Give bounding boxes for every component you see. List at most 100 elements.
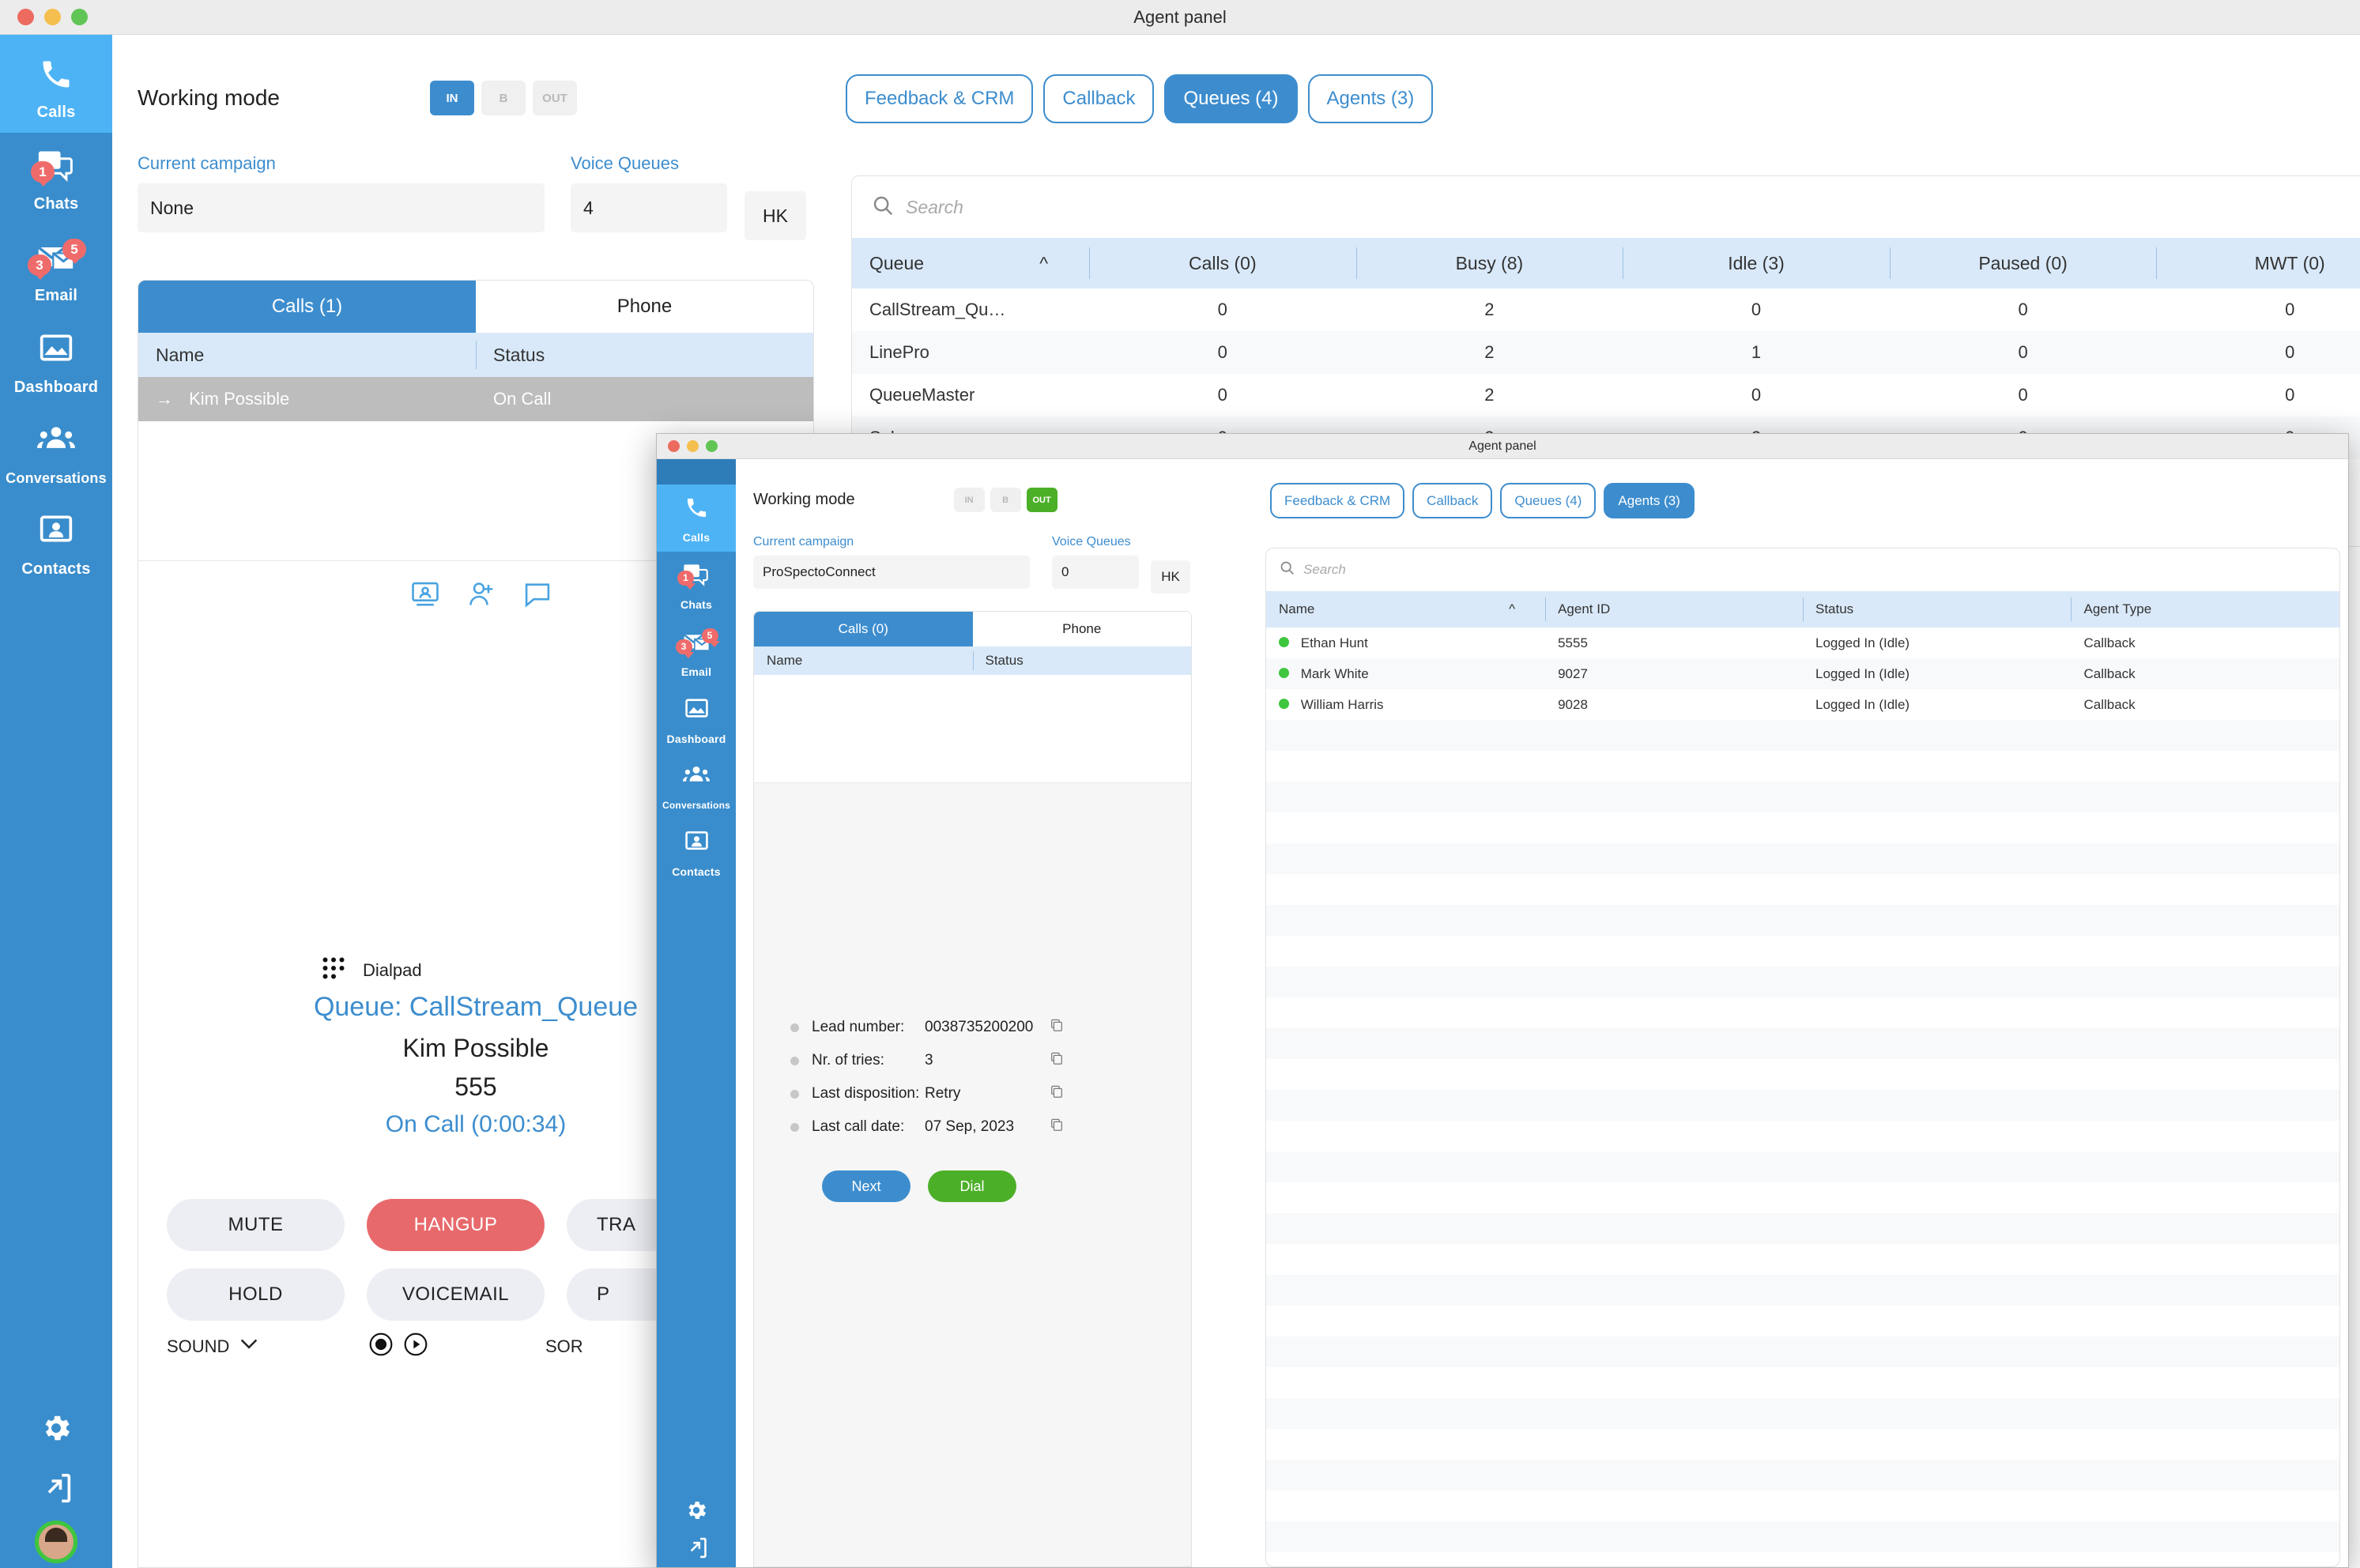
tab-feedback-crm[interactable]: Feedback & CRM (846, 74, 1034, 123)
call-list-tabs[interactable]: Calls (1) Phone (138, 281, 813, 333)
mode-button-in[interactable]: IN (430, 81, 475, 115)
recording-controls[interactable] (368, 1332, 428, 1361)
sidebar-item-contacts[interactable]: Contacts (0, 498, 112, 590)
queues-search-input[interactable] (906, 196, 2360, 218)
col-agent-type[interactable]: Agent Type (2071, 591, 2339, 628)
sidebar-item-chats[interactable]: 1 Chats (0, 133, 112, 224)
mode-toggle-group[interactable]: IN B OUT (430, 81, 578, 115)
col-calls[interactable]: Calls (0) (1089, 238, 1356, 288)
col-queue[interactable]: Queue ^ (852, 238, 1089, 288)
table-row[interactable]: William Harris 9028 Logged In (Idle) Cal… (1266, 689, 2339, 720)
tab-agents[interactable]: Agents (3) (1604, 483, 1695, 518)
copy-icon[interactable] (1050, 1118, 1064, 1136)
tab-queues[interactable]: Queues (4) (1164, 74, 1298, 123)
logout-icon[interactable] (657, 1532, 736, 1564)
table-row[interactable]: QueueMaster 0 2 0 0 0 (852, 374, 2360, 416)
tab-calls[interactable]: Calls (0) (754, 612, 973, 646)
avatar[interactable] (0, 1521, 112, 1563)
gear-icon[interactable] (657, 1492, 736, 1532)
tab-phone[interactable]: Phone (972, 612, 1191, 646)
mode-button-b[interactable]: B (481, 81, 526, 115)
hold-button[interactable]: HOLD (167, 1268, 345, 1321)
play-icon[interactable] (403, 1332, 428, 1361)
window-title: Agent panel (1133, 6, 1227, 27)
cell-queue: LinePro (869, 342, 929, 362)
tab-phone[interactable]: Phone (476, 281, 813, 333)
gear-icon[interactable] (0, 1400, 112, 1460)
logout-icon[interactable] (0, 1460, 112, 1521)
record-icon[interactable] (368, 1332, 394, 1361)
mode-toggle-group[interactable]: IN B OUT (953, 488, 1057, 512)
tab-queues[interactable]: Queues (4) (1500, 483, 1597, 518)
col-mwt[interactable]: MWT (0) (2156, 238, 2360, 288)
call-list-tabs[interactable]: Calls (0) Phone (754, 612, 1191, 646)
main-tabs[interactable]: Feedback & CRM Callback Queues (4) Agent… (846, 74, 1434, 123)
col-busy[interactable]: Busy (8) (1355, 238, 1623, 288)
col-name[interactable]: Name ^ (1266, 591, 1546, 628)
dial-button[interactable]: Dial (928, 1170, 1016, 1202)
copy-icon[interactable] (1050, 1051, 1064, 1070)
tab-callback[interactable]: Callback (1043, 74, 1155, 123)
sound-dropdown[interactable]: SOUND (167, 1336, 345, 1357)
agents-search-input[interactable] (1303, 562, 2327, 578)
phone-icon (39, 57, 74, 95)
next-button[interactable]: Next (822, 1170, 910, 1202)
copy-icon[interactable] (1050, 1018, 1064, 1037)
sidebar-item-email[interactable]: 3 5 Email (657, 619, 736, 686)
sidebar-item-chats[interactable]: 1 Chats (657, 552, 736, 619)
sidebar-item-dashboard[interactable]: Dashboard (0, 316, 112, 408)
mode-button-out[interactable]: OUT (533, 81, 578, 115)
table-row[interactable]: → Kim Possible On Call (138, 377, 813, 421)
add-user-icon[interactable] (467, 581, 496, 612)
sidebar-badge: 3 (675, 639, 694, 658)
sidebar-item-conversations[interactable]: Conversations (0, 408, 112, 498)
sidebar-item-email[interactable]: 3 5 Email (0, 224, 112, 316)
hangup-button[interactable]: HANGUP (367, 1199, 545, 1251)
lead-info-item: Lead number: 0038735200200 (790, 1011, 1122, 1044)
queues-search-bar[interactable] (852, 176, 2360, 238)
tab-calls[interactable]: Calls (1) (138, 281, 476, 333)
table-row-empty (1266, 1398, 2339, 1429)
voicemail-button[interactable]: VOICEMAIL (367, 1268, 545, 1321)
sidebar-item-calls[interactable]: Calls (0, 35, 112, 133)
foreground-window-titlebar[interactable]: Agent panel (657, 434, 2348, 459)
voice-queues-value[interactable]: 0 (1052, 556, 1139, 589)
sidebar-item-dashboard[interactable]: Dashboard (657, 686, 736, 753)
main-tabs[interactable]: Feedback & CRM Callback Queues (4) Agent… (1270, 483, 1695, 518)
mute-button[interactable]: MUTE (167, 1199, 345, 1251)
dialpad-row[interactable]: Dialpad (322, 956, 422, 984)
table-row[interactable]: CallStream_Qu… 0 2 0 0 0 (852, 288, 2360, 331)
tab-agents[interactable]: Agents (3) (1307, 74, 1434, 123)
campaign-value[interactable]: None (138, 183, 545, 232)
screen-share-icon[interactable] (410, 581, 440, 612)
agents-table-header-row: Name ^ Agent ID Status Agent Type (1266, 591, 2339, 628)
phone-icon (684, 496, 709, 522)
sort-label[interactable]: SOR (545, 1336, 583, 1357)
tab-feedback-crm[interactable]: Feedback & CRM (1270, 483, 1405, 518)
locale-value[interactable]: HK (1151, 560, 1190, 594)
mode-button-b[interactable]: B (990, 488, 1021, 512)
campaign-value[interactable]: ProSpectoConnect (753, 556, 1030, 589)
sidebar-item-conversations[interactable]: Conversations (657, 753, 736, 819)
foreground-content: Working mode IN B OUT Feedback & CRM Cal… (736, 459, 2348, 1567)
mode-button-out[interactable]: OUT (1026, 488, 1057, 512)
sidebar-item-contacts[interactable]: Contacts (657, 819, 736, 886)
table-row[interactable]: LinePro 0 2 1 0 0 (852, 331, 2360, 374)
sidebar-item-calls[interactable]: Calls (657, 484, 736, 552)
foreground-window[interactable]: Agent panel Calls 1 Chats 3 5 Email Dash… (656, 433, 2349, 1568)
mode-button-in[interactable]: IN (953, 488, 985, 512)
table-row[interactable]: Mark White 9027 Logged In (Idle) Callbac… (1266, 658, 2339, 689)
col-paused[interactable]: Paused (0) (1889, 238, 2157, 288)
voice-queues-value[interactable]: 4 (571, 183, 727, 232)
comment-icon[interactable] (522, 581, 552, 612)
col-status[interactable]: Status (1802, 591, 2072, 628)
table-row[interactable]: Ethan Hunt 5555 Logged In (Idle) Callbac… (1266, 628, 2339, 658)
col-agent-id[interactable]: Agent ID (1545, 591, 1803, 628)
copy-icon[interactable] (1050, 1084, 1064, 1103)
table-row-empty (1266, 1121, 2339, 1152)
agents-search-bar[interactable] (1266, 548, 2339, 591)
locale-value[interactable]: HK (745, 191, 806, 240)
tab-callback[interactable]: Callback (1412, 483, 1493, 518)
col-idle[interactable]: Idle (3) (1623, 238, 1890, 288)
dialpad-icon[interactable] (322, 956, 345, 984)
